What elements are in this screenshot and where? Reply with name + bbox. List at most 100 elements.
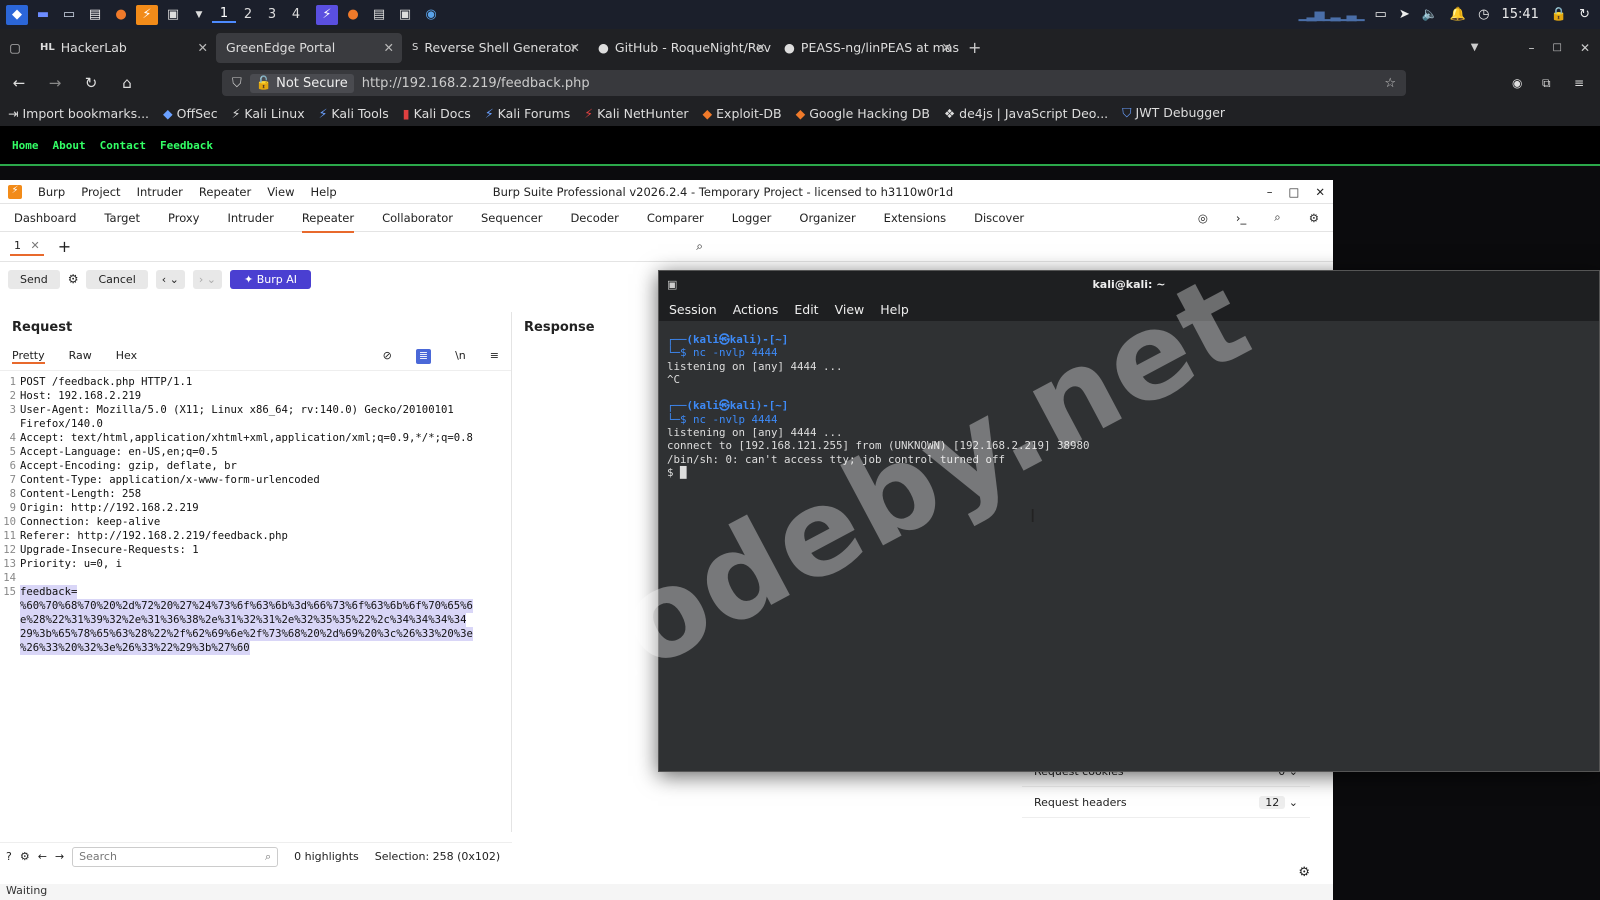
- close-icon[interactable]: ✕: [198, 40, 208, 55]
- editor-window-icon[interactable]: ▤: [368, 5, 390, 25]
- bookmark-nethunter[interactable]: ⚡ Kali NetHunter: [584, 106, 688, 121]
- tab-intruder[interactable]: Intruder: [228, 211, 274, 225]
- bell-icon[interactable]: 🔔: [1450, 7, 1466, 22]
- menu-project[interactable]: Project: [81, 185, 120, 199]
- kali-menu-icon[interactable]: ◆: [6, 4, 28, 25]
- maximize-icon[interactable]: □: [1288, 185, 1299, 199]
- home-icon[interactable]: ⌂: [116, 74, 138, 92]
- menu-burp[interactable]: Burp: [38, 185, 65, 199]
- workspace-1[interactable]: 1: [212, 6, 236, 23]
- terminal-prompt-icon[interactable]: ›_: [1236, 211, 1246, 225]
- close-icon[interactable]: ✕: [384, 40, 394, 55]
- next-match-icon[interactable]: →: [55, 850, 64, 863]
- bookmark-kali-forums[interactable]: ⚡ Kali Forums: [485, 106, 570, 121]
- site-nav-contact[interactable]: Contact: [100, 139, 146, 152]
- tab-extensions[interactable]: Extensions: [884, 211, 946, 225]
- volume-icon[interactable]: 🔈: [1422, 7, 1438, 22]
- desktop-icon[interactable]: ▬: [32, 5, 54, 25]
- menu-intruder[interactable]: Intruder: [137, 185, 183, 199]
- close-icon[interactable]: ✕: [942, 40, 952, 55]
- extensions-icon[interactable]: ⧉: [1542, 76, 1551, 91]
- workspace-2[interactable]: 2: [236, 7, 260, 22]
- tab-pretty[interactable]: Pretty: [12, 349, 45, 364]
- chevron-down-icon[interactable]: ▼: [188, 5, 210, 25]
- text-editor-icon[interactable]: ▤: [84, 5, 106, 25]
- menu-help[interactable]: Help: [310, 185, 336, 199]
- forward-history-button[interactable]: › ⌄: [192, 269, 222, 289]
- terminal-window-icon[interactable]: ▣: [394, 5, 416, 25]
- menu-icon[interactable]: ≡: [1574, 76, 1584, 90]
- tab-raw[interactable]: Raw: [69, 349, 92, 364]
- minimize-icon[interactable]: –: [1267, 185, 1273, 199]
- terminal-icon[interactable]: ▣: [162, 5, 184, 25]
- back-icon[interactable]: ←: [8, 74, 30, 92]
- prev-match-icon[interactable]: ←: [38, 850, 47, 863]
- bookmark-de4js[interactable]: ❖ de4js | JavaScript Deo...: [944, 106, 1108, 121]
- firefox-window-icon[interactable]: ●: [342, 5, 364, 25]
- newline-icon[interactable]: \n: [455, 349, 466, 364]
- menu-session[interactable]: Session: [669, 302, 717, 317]
- tab-organizer[interactable]: Organizer: [799, 211, 855, 225]
- chevron-down-icon[interactable]: ▼: [1471, 42, 1479, 53]
- request-editor[interactable]: 1 POST /feedback.php HTTP/1.1 2 Host: 192.1…: [0, 371, 511, 655]
- screen-icon[interactable]: ▭: [1375, 7, 1387, 22]
- tab-greenedge[interactable]: GreenEdge Portal ✕: [216, 32, 402, 63]
- tab-list-icon[interactable]: ▢: [0, 41, 30, 55]
- tab-sequencer[interactable]: Sequencer: [481, 211, 542, 225]
- tab-decoder[interactable]: Decoder: [570, 211, 618, 225]
- lock-icon[interactable]: 🔒: [1551, 7, 1567, 22]
- telegram-icon[interactable]: ◉: [420, 5, 442, 25]
- url-bar[interactable]: ⛉ 🔓 Not Secure http://192.168.2.219/feed…: [222, 70, 1406, 96]
- tab-comparer[interactable]: Comparer: [647, 211, 704, 225]
- burp-icon[interactable]: ⚡: [136, 4, 158, 25]
- back-history-button[interactable]: ‹ ⌄: [155, 269, 185, 289]
- tab-github[interactable]: ● GitHub - RoqueNight/Rev ✕: [588, 33, 774, 63]
- gear-icon[interactable]: ⚙: [1309, 211, 1319, 225]
- close-icon[interactable]: ✕: [570, 40, 580, 55]
- workspace-3[interactable]: 3: [260, 7, 284, 22]
- tab-collaborator[interactable]: Collaborator: [382, 211, 453, 225]
- bookmark-ghdb[interactable]: ◆ Google Hacking DB: [796, 106, 930, 121]
- search-icon[interactable]: ⌕: [696, 239, 703, 254]
- bookmark-exploit-db[interactable]: ◆ Exploit-DB: [703, 106, 782, 121]
- close-icon[interactable]: ✕: [756, 40, 766, 55]
- bookmark-kali-docs[interactable]: ▮ Kali Docs: [403, 106, 471, 121]
- gear-icon[interactable]: ⚙: [1298, 865, 1310, 880]
- inspector-request-headers[interactable]: Request headers 12 ⌄: [1022, 787, 1310, 818]
- workspace-4[interactable]: 4: [284, 7, 308, 22]
- gear-icon[interactable]: ⚙: [20, 850, 30, 863]
- new-tab-icon[interactable]: +: [968, 38, 981, 57]
- close-window-icon[interactable]: ✕: [1580, 41, 1590, 55]
- tab-peass[interactable]: ● PEASS-ng/linPEAS at mas ✕: [774, 33, 960, 63]
- send-icon[interactable]: ➤: [1399, 7, 1410, 22]
- reload-icon[interactable]: ↻: [80, 74, 102, 92]
- tab-repeater[interactable]: Repeater: [301, 211, 355, 233]
- tab-dashboard[interactable]: Dashboard: [14, 211, 76, 225]
- search-input[interactable]: Search ⌕: [72, 846, 279, 867]
- menu-icon[interactable]: ≡: [490, 349, 499, 364]
- close-icon[interactable]: ✕: [31, 239, 40, 252]
- wrap-icon[interactable]: ≣: [415, 349, 432, 364]
- tab-revshell[interactable]: S Reverse Shell Generator ✕: [402, 33, 588, 63]
- add-tab-icon[interactable]: +: [58, 237, 71, 256]
- globe-icon[interactable]: ◎: [1198, 211, 1208, 225]
- site-nav-about[interactable]: About: [53, 139, 86, 152]
- tab-logger[interactable]: Logger: [732, 211, 772, 225]
- tab-discover[interactable]: Discover: [974, 211, 1024, 225]
- menu-edit[interactable]: Edit: [794, 302, 818, 317]
- refresh-icon[interactable]: ↻: [1579, 7, 1590, 22]
- hide-icon[interactable]: ⊘: [383, 349, 392, 364]
- bookmark-kali-tools[interactable]: ⚡ Kali Tools: [319, 106, 389, 121]
- menu-actions[interactable]: Actions: [733, 302, 779, 317]
- url-text[interactable]: http://192.168.2.219/feedback.php: [362, 76, 590, 91]
- burp-ai-button[interactable]: ✦ Burp AI: [230, 269, 312, 289]
- tab-hackerlab[interactable]: HL HackerLab ✕: [30, 33, 216, 63]
- menu-repeater[interactable]: Repeater: [199, 185, 251, 199]
- menu-help[interactable]: Help: [880, 302, 909, 317]
- bookmark-kali-linux[interactable]: ⚡ Kali Linux: [232, 106, 305, 121]
- bookmark-import[interactable]: ⇥ Import bookmarks...: [8, 106, 149, 121]
- minimize-icon[interactable]: –: [1528, 41, 1534, 55]
- menu-view[interactable]: View: [835, 302, 865, 317]
- forward-icon[interactable]: →: [44, 74, 66, 92]
- maximize-icon[interactable]: □: [1552, 42, 1561, 53]
